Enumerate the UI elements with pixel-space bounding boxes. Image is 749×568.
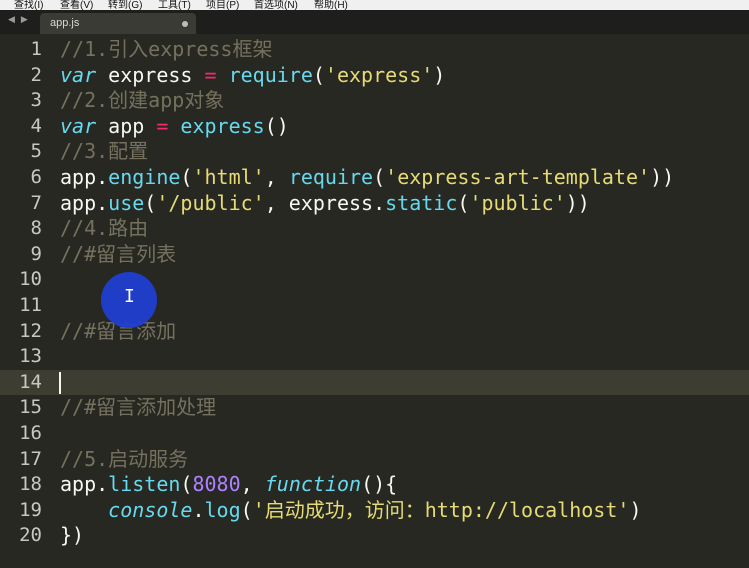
code-text: //5.启动服务	[60, 446, 189, 471]
code-text: var app = express()	[60, 113, 289, 138]
code-text: //4.路由	[60, 216, 149, 241]
line-number: 2	[30, 63, 42, 86]
line-number: 9	[30, 242, 42, 265]
code-line: 20 })	[0, 523, 749, 549]
line-number: 12	[19, 319, 42, 342]
code-text: app.engine('html', require('express-art-…	[60, 165, 675, 189]
line-number: 19	[19, 498, 42, 521]
code-text: //#留言列表	[60, 241, 177, 266]
menu-project[interactable]: 项目(P)	[206, 0, 239, 10]
line-number: 20	[19, 524, 42, 547]
line-number: 1	[30, 38, 42, 60]
code-line: 9 //#留言列表	[0, 242, 749, 268]
code-text: app.use('/public', express.static('publi…	[60, 190, 590, 215]
line-number: 4	[30, 114, 42, 137]
line-number: 16	[19, 422, 42, 444]
code-line: 18 app.listen(8080, function(){	[0, 472, 749, 498]
code-line: 5 //3.配置	[0, 139, 749, 165]
code-line-current[interactable]: 14	[0, 369, 749, 396]
code-line: 16	[0, 421, 749, 447]
tab-next-icon[interactable]: ▶	[21, 15, 28, 25]
code-text: app.listen(8080, function(){	[60, 472, 398, 497]
i-beam-cursor-icon: I	[124, 286, 135, 307]
code-text: //#留言添加处理	[60, 395, 217, 420]
code-line: 17 //5.启动服务	[0, 447, 749, 473]
code-line: 13	[0, 344, 749, 370]
line-number: 10	[19, 268, 42, 291]
code-line: 3 //2.创建app对象	[0, 88, 749, 114]
line-number: 5	[30, 140, 42, 163]
code-line: 19 console.log('启动成功，访问：http://localhost…	[0, 498, 749, 524]
menu-bar: 查找(I) 查看(V) 转到(G) 工具(T) 项目(P) 首选项(N) 帮助(…	[0, 0, 749, 10]
menu-tools[interactable]: 工具(T)	[158, 0, 191, 10]
menu-help[interactable]: 帮助(H)	[314, 0, 348, 10]
line-number: 6	[30, 166, 42, 188]
line-number: 18	[19, 473, 42, 496]
line-number: 14	[19, 370, 42, 393]
tab-navigation: ◀ ▶	[8, 15, 34, 25]
tab-prev-icon[interactable]: ◀	[8, 15, 15, 25]
line-number: 8	[30, 217, 42, 240]
tab-label: app.js	[50, 17, 80, 29]
line-number: 7	[30, 191, 42, 214]
code-line: 6 app.engine('html', require('express-ar…	[0, 165, 749, 191]
line-number: 15	[19, 396, 42, 419]
code-text: //1.引入express框架	[60, 37, 273, 61]
tab-app-js[interactable]: app.js	[40, 13, 196, 34]
tab-bar: ◀ ▶ app.js	[0, 10, 749, 34]
code-text: var express = require('express')	[60, 62, 446, 87]
line-number: 17	[19, 447, 42, 470]
menu-view[interactable]: 查看(V)	[60, 0, 93, 10]
code-text: //3.配置	[60, 139, 149, 164]
code-line: 1 //1.引入express框架	[0, 37, 749, 63]
code-line: 8 //4.路由	[0, 216, 749, 242]
code-line: 4 var app = express()	[0, 114, 749, 140]
text-caret	[59, 371, 61, 394]
line-number: 13	[19, 345, 42, 368]
menu-goto[interactable]: 转到(G)	[108, 0, 142, 10]
line-number: 11	[19, 294, 42, 316]
code-line: 15 //#留言添加处理	[0, 395, 749, 421]
code-line: 7 app.use('/public', express.static('pub…	[0, 191, 749, 217]
menu-find[interactable]: 查找(I)	[14, 0, 43, 10]
code-text: console.log('启动成功，访问：http://localhost')	[108, 497, 642, 522]
menu-preferences[interactable]: 首选项(N)	[254, 0, 298, 10]
code-text: //2.创建app对象	[60, 88, 225, 113]
dot-icon[interactable]	[182, 21, 188, 27]
code-text: })	[60, 523, 85, 548]
code-line: 2 var express = require('express')	[0, 63, 749, 89]
line-number: 3	[30, 89, 42, 112]
